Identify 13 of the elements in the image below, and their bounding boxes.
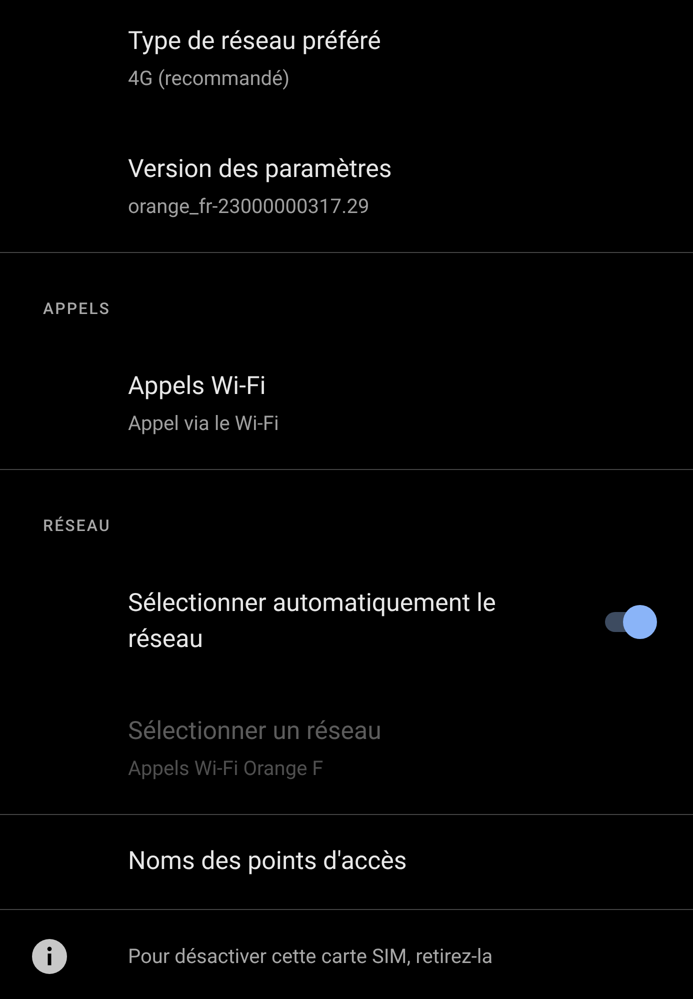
setting-title[interactable]: Type de réseau préféré [128, 24, 635, 60]
section-header: RÉSEAU [43, 516, 111, 535]
info-icon [32, 938, 67, 974]
setting-summary: Appel via le Wi-Fi [128, 410, 280, 437]
footer-text: Pour désactiver cette carte SIM, retirez-la [128, 943, 493, 970]
setting-summary: 4G (recommandé) [128, 65, 291, 92]
setting-summary: orange_fr-23000000317.29 [128, 193, 370, 220]
setting-summary: Appels Wi-Fi Orange F [128, 755, 324, 782]
setting-title[interactable]: Version des paramètres [128, 152, 635, 188]
setting-title[interactable]: Appels Wi-Fi [128, 369, 635, 405]
section-header: APPELS [43, 299, 110, 318]
setting-title[interactable]: Sélectionner automatiquement le réseau [128, 586, 577, 658]
setting-title[interactable]: Noms des points d'accès [128, 844, 635, 880]
